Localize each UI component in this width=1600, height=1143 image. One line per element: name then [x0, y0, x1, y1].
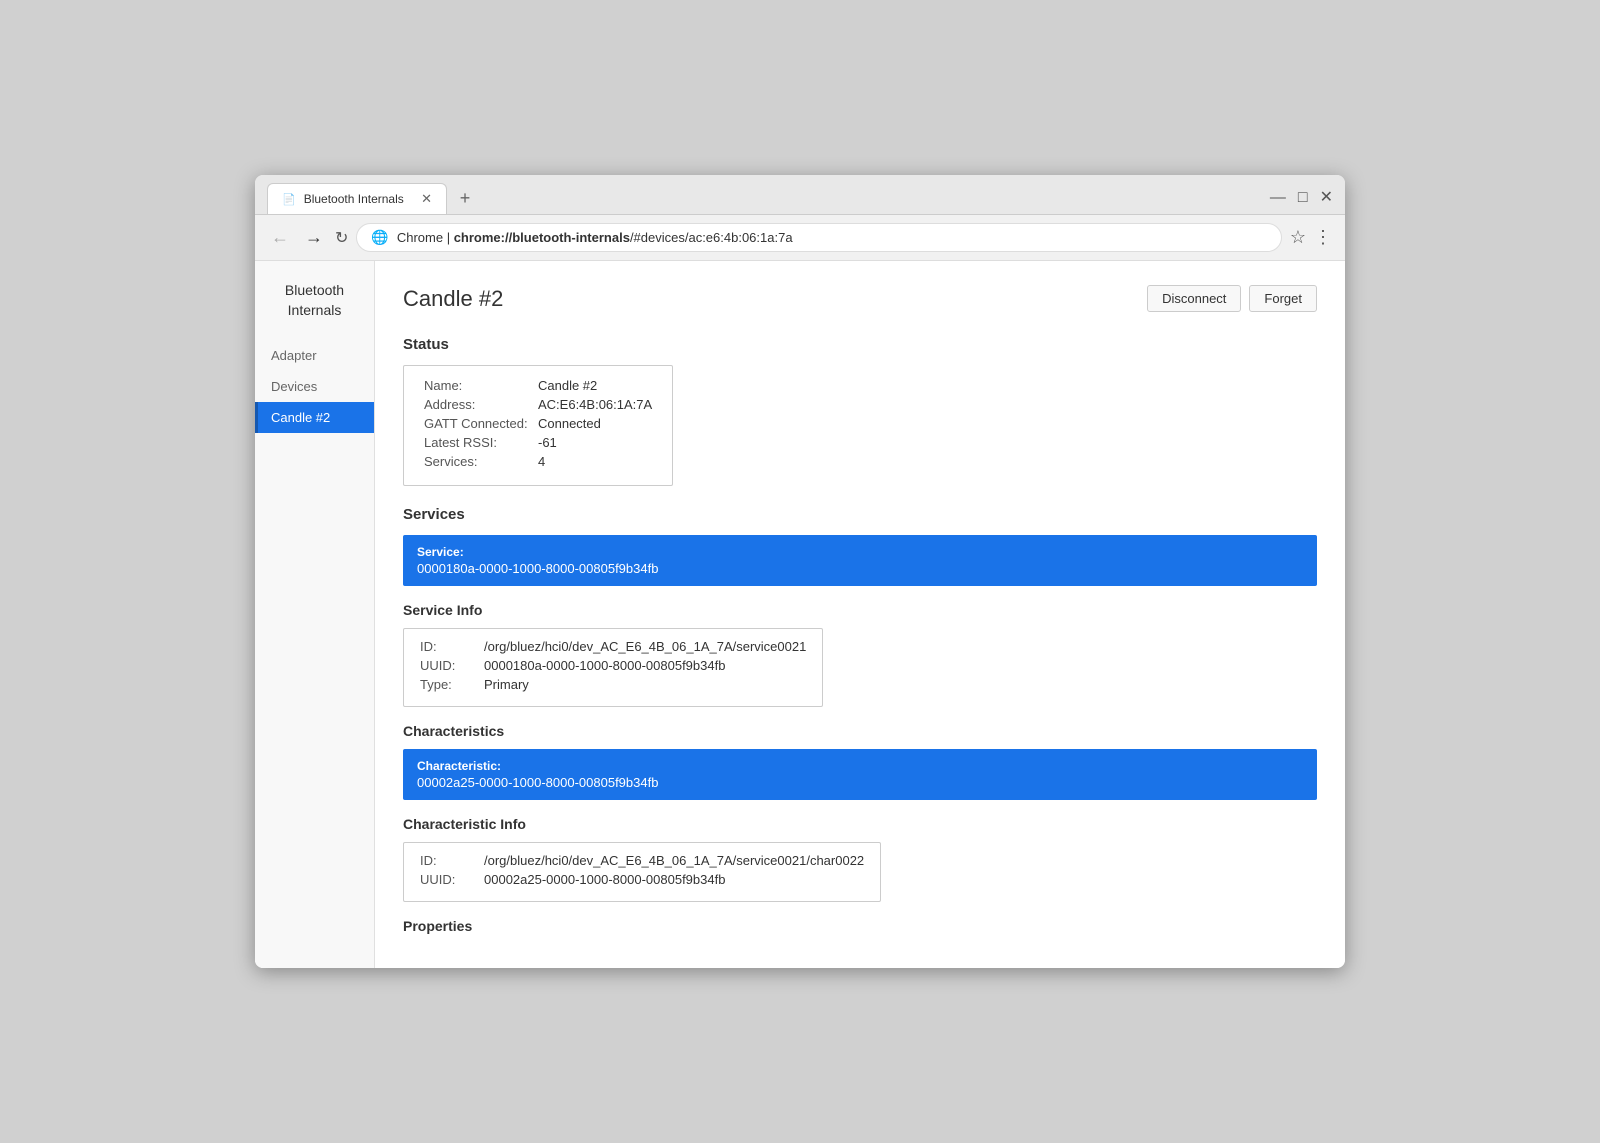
char-id-label: ID:: [420, 853, 480, 868]
service-info-row-uuid: UUID: 0000180a-0000-1000-8000-00805f9b34…: [420, 658, 806, 673]
status-name-value: Candle #2: [538, 378, 597, 393]
char-info-row-uuid: UUID: 00002a25-0000-1000-8000-00805f9b34…: [420, 872, 864, 887]
address-path-rest: /#devices/ac:e6:4b:06:1a:7a: [630, 230, 793, 245]
characteristic-bar[interactable]: Characteristic: 00002a25-0000-1000-8000-…: [403, 749, 1317, 800]
char-id-value: /org/bluez/hci0/dev_AC_E6_4B_06_1A_7A/se…: [484, 853, 864, 868]
forget-button[interactable]: Forget: [1249, 285, 1317, 312]
sidebar-item-adapter[interactable]: Adapter: [255, 340, 374, 371]
status-services-label: Services:: [424, 454, 534, 469]
service-info-title: Service Info: [403, 602, 1317, 618]
status-section: Status Name: Candle #2 Address: AC:E6:4B…: [403, 336, 1317, 506]
service-info-row-id: ID: /org/bluez/hci0/dev_AC_E6_4B_06_1A_7…: [420, 639, 806, 654]
chrome-menu-icon[interactable]: ⋮: [1314, 227, 1333, 248]
browser-window: 📄 Bluetooth Internals ✕ + — □ ✕ ← → ↻ 🌐 …: [255, 175, 1345, 968]
service-uuid-label: UUID:: [420, 658, 480, 673]
service-id-label: ID:: [420, 639, 480, 654]
status-row-name: Name: Candle #2: [424, 378, 652, 393]
service-bar-label: Service:: [417, 545, 1303, 559]
characteristic-bar-label: Characteristic:: [417, 759, 1303, 773]
tab-close-button[interactable]: ✕: [421, 191, 432, 207]
page-title: Candle #2: [403, 286, 503, 312]
maximize-button[interactable]: □: [1298, 190, 1308, 206]
minimize-button[interactable]: —: [1270, 190, 1286, 206]
status-name-label: Name:: [424, 378, 534, 393]
service-bar[interactable]: Service: 0000180a-0000-1000-8000-00805f9…: [403, 535, 1317, 586]
properties-title: Properties: [403, 918, 1317, 934]
bookmark-star-icon[interactable]: ☆: [1290, 227, 1306, 248]
sidebar-title: Bluetooth Internals: [255, 281, 374, 340]
sidebar-item-devices[interactable]: Devices: [255, 371, 374, 402]
address-text: Chrome | chrome://bluetooth-internals/#d…: [397, 230, 793, 245]
status-row-address: Address: AC:E6:4B:06:1A:7A: [424, 397, 652, 412]
page-header: Candle #2 Disconnect Forget: [403, 285, 1317, 312]
refresh-button[interactable]: ↻: [335, 228, 348, 248]
tab-page-icon: 📄: [282, 193, 296, 206]
main-content: Candle #2 Disconnect Forget Status Name:…: [375, 261, 1345, 968]
service-info-box: ID: /org/bluez/hci0/dev_AC_E6_4B_06_1A_7…: [403, 628, 823, 707]
active-tab[interactable]: 📄 Bluetooth Internals ✕: [267, 183, 447, 214]
address-bar[interactable]: 🌐 Chrome | chrome://bluetooth-internals/…: [356, 223, 1281, 252]
globe-icon: 🌐: [371, 229, 388, 246]
sidebar: Bluetooth Internals Adapter Devices Cand…: [255, 261, 375, 968]
characteristics-section: Characteristics Characteristic: 00002a25…: [403, 723, 1317, 934]
disconnect-button[interactable]: Disconnect: [1147, 285, 1241, 312]
window-controls: — □ ✕: [1270, 190, 1333, 214]
title-bar: 📄 Bluetooth Internals ✕ + — □ ✕: [255, 175, 1345, 215]
page-content: Bluetooth Internals Adapter Devices Cand…: [255, 261, 1345, 968]
header-buttons: Disconnect Forget: [1147, 285, 1317, 312]
characteristic-info-box: ID: /org/bluez/hci0/dev_AC_E6_4B_06_1A_7…: [403, 842, 881, 902]
service-type-value: Primary: [484, 677, 529, 692]
char-uuid-label: UUID:: [420, 872, 480, 887]
new-tab-button[interactable]: +: [451, 184, 479, 212]
status-row-services: Services: 4: [424, 454, 652, 469]
status-gatt-value: Connected: [538, 416, 601, 431]
status-row-gatt: GATT Connected: Connected: [424, 416, 652, 431]
status-address-label: Address:: [424, 397, 534, 412]
characteristic-bar-uuid: 00002a25-0000-1000-8000-00805f9b34fb: [417, 775, 1303, 790]
window-close-button[interactable]: ✕: [1320, 190, 1333, 206]
status-address-value: AC:E6:4B:06:1A:7A: [538, 397, 652, 412]
status-rssi-value: -61: [538, 435, 557, 450]
service-type-label: Type:: [420, 677, 480, 692]
characteristic-info-section: Characteristic Info ID: /org/bluez/hci0/…: [403, 816, 1317, 918]
status-row-rssi: Latest RSSI: -61: [424, 435, 652, 450]
services-title: Services: [403, 506, 1317, 523]
char-uuid-value: 00002a25-0000-1000-8000-00805f9b34fb: [484, 872, 725, 887]
status-title: Status: [403, 336, 1317, 353]
status-rssi-label: Latest RSSI:: [424, 435, 534, 450]
back-button[interactable]: ←: [267, 225, 293, 250]
characteristic-info-title: Characteristic Info: [403, 816, 1317, 832]
characteristics-title: Characteristics: [403, 723, 1317, 739]
forward-button[interactable]: →: [301, 225, 327, 250]
char-info-row-id: ID: /org/bluez/hci0/dev_AC_E6_4B_06_1A_7…: [420, 853, 864, 868]
status-gatt-label: GATT Connected:: [424, 416, 534, 431]
status-box: Name: Candle #2 Address: AC:E6:4B:06:1A:…: [403, 365, 673, 486]
service-bar-uuid: 0000180a-0000-1000-8000-00805f9b34fb: [417, 561, 1303, 576]
service-info-section: Service Info ID: /org/bluez/hci0/dev_AC_…: [403, 602, 1317, 723]
services-section: Services Service: 0000180a-0000-1000-800…: [403, 506, 1317, 934]
sidebar-item-candle2[interactable]: Candle #2: [255, 402, 374, 433]
address-brand: Chrome: [397, 230, 443, 245]
toolbar: ← → ↻ 🌐 Chrome | chrome://bluetooth-inte…: [255, 215, 1345, 261]
tab-title: Bluetooth Internals: [304, 192, 404, 206]
status-services-value: 4: [538, 454, 545, 469]
service-info-row-type: Type: Primary: [420, 677, 806, 692]
address-path-bold: chrome://bluetooth-internals: [454, 230, 630, 245]
service-id-value: /org/bluez/hci0/dev_AC_E6_4B_06_1A_7A/se…: [484, 639, 806, 654]
service-uuid-value: 0000180a-0000-1000-8000-00805f9b34fb: [484, 658, 725, 673]
